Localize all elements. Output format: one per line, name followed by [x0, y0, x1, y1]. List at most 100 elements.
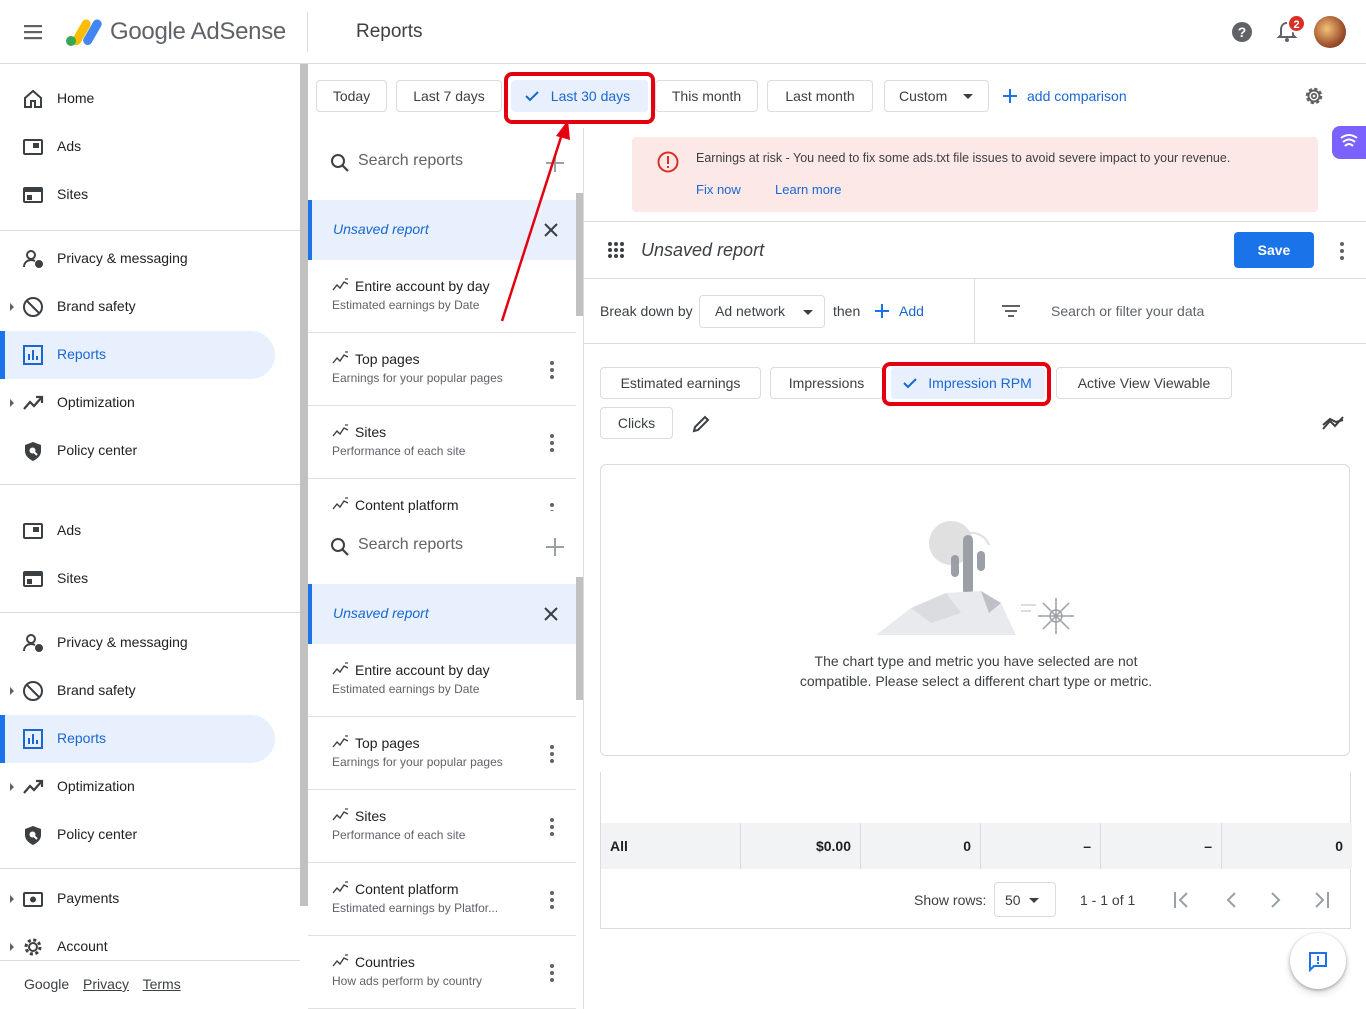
metric-chip-active-view-viewable[interactable]: Active View Viewable: [1056, 367, 1232, 399]
sidebar-item-home[interactable]: Home: [0, 75, 275, 123]
report-title[interactable]: Unsaved report: [641, 240, 764, 261]
last-page-icon[interactable]: [1311, 888, 1333, 912]
more-options-icon[interactable]: [550, 891, 554, 909]
apps-grid-icon[interactable]: [607, 241, 625, 259]
more-options-icon[interactable]: [550, 818, 554, 836]
report-list-scrollbar[interactable]: [576, 193, 583, 316]
more-options-icon[interactable]: [550, 745, 554, 763]
search-icon: [330, 537, 350, 557]
nav-scrollbar[interactable]: [300, 64, 308, 906]
divider: [584, 221, 1366, 222]
sidebar-item-payments[interactable]: Payments: [0, 875, 275, 923]
list-item[interactable]: Sites Performance of each site: [308, 790, 576, 863]
search-reports-input[interactable]: Search reports: [308, 514, 576, 576]
settings-gear-icon[interactable]: [1303, 85, 1325, 107]
sidebar-item-privacy-messaging[interactable]: Privacy & messaging: [0, 619, 275, 667]
notification-badge: 2: [1287, 14, 1306, 33]
more-options-icon[interactable]: [550, 503, 554, 511]
report-subtitle: Estimated earnings by Date: [332, 682, 480, 696]
sidebar-item-account[interactable]: Account: [0, 923, 275, 971]
list-item[interactable]: Countries How ads perform by country: [308, 936, 576, 1009]
save-button[interactable]: Save: [1234, 232, 1314, 268]
brand-name: Google AdSense: [110, 18, 286, 45]
sidebar-item-policy-center[interactable]: Policy center: [0, 811, 275, 859]
chart-incompatible-message: The chart type and metric you have selec…: [601, 651, 1351, 691]
learn-more-link[interactable]: Learn more: [775, 182, 841, 197]
break-down-by-label: Break down by: [600, 303, 693, 319]
report-subtitle: Estimated earnings by Date: [332, 298, 480, 312]
more-options-icon[interactable]: [550, 964, 554, 982]
add-comparison-link[interactable]: add comparison: [1027, 88, 1127, 104]
rows-per-page-select[interactable]: 50: [994, 882, 1056, 917]
trending-icon: [22, 392, 44, 414]
next-page-icon[interactable]: [1265, 888, 1287, 912]
metric-chip-impressions[interactable]: Impressions: [770, 367, 883, 399]
more-options-icon[interactable]: [1340, 242, 1344, 260]
page-title: Reports: [356, 21, 423, 42]
help-icon[interactable]: ?: [1231, 21, 1253, 43]
sidebar-item-label: Brand safety: [57, 298, 136, 314]
expand-caret-icon[interactable]: [10, 687, 14, 695]
sidebar-item-ads[interactable]: Ads: [0, 123, 275, 171]
fix-now-link[interactable]: Fix now: [696, 182, 741, 197]
dimension-dropdown[interactable]: Ad network: [699, 295, 825, 328]
sidebar-item-privacy-messaging[interactable]: Privacy & messaging: [0, 235, 275, 283]
sidebar-item-optimization[interactable]: Optimization: [0, 763, 275, 811]
expand-caret-icon[interactable]: [10, 895, 14, 903]
add-report-plus-icon[interactable]: [546, 538, 564, 556]
sidebar-item-sites[interactable]: Sites: [0, 171, 275, 219]
list-item[interactable]: Content platform Estimated earnings by P…: [308, 863, 576, 936]
avatar[interactable]: [1314, 16, 1346, 48]
sidebar-item-brand-safety[interactable]: Brand safety: [0, 283, 275, 331]
expand-caret-icon[interactable]: [10, 303, 14, 311]
dimension-value: Ad network: [715, 303, 786, 319]
first-page-icon[interactable]: [1171, 888, 1193, 912]
report-list-scrollbar[interactable]: [576, 577, 583, 700]
metric-chip-clicks[interactable]: Clicks: [600, 407, 673, 439]
list-item[interactable]: Top pages Earnings for your popular page…: [308, 333, 576, 406]
date-chip-custom[interactable]: Custom: [884, 80, 989, 112]
list-item-unsaved-report[interactable]: Unsaved report: [308, 584, 576, 644]
sidebar-item-label: Ads: [57, 522, 82, 538]
add-dimension-link[interactable]: Add: [899, 303, 924, 319]
date-chip-last-month[interactable]: Last month: [767, 80, 873, 112]
footer-terms-link[interactable]: Terms: [143, 976, 181, 992]
plus-icon[interactable]: [1002, 88, 1018, 104]
sidebar-item-brand-safety[interactable]: Brand safety: [0, 667, 275, 715]
sidebar-item-ads[interactable]: Ads: [0, 507, 275, 555]
close-icon[interactable]: [543, 606, 559, 622]
footer-privacy-link[interactable]: Privacy: [83, 976, 129, 992]
footer-google: Google: [24, 976, 70, 992]
chart-type-icon[interactable]: [1321, 413, 1345, 433]
more-options-icon[interactable]: [550, 361, 554, 379]
previous-page-icon[interactable]: [1219, 888, 1241, 912]
sidebar-item-optimization[interactable]: Optimization: [0, 379, 275, 427]
menu-icon[interactable]: [22, 22, 44, 42]
more-options-icon[interactable]: [550, 434, 554, 452]
message-line-2: compatible. Please select a different ch…: [799, 673, 1153, 689]
expand-caret-icon[interactable]: [10, 943, 14, 951]
list-item[interactable]: Content platform: [308, 479, 576, 513]
ads-icon: [22, 520, 44, 542]
search-placeholder: Search reports: [358, 152, 463, 169]
then-label: then: [833, 303, 861, 319]
plus-icon[interactable]: [875, 304, 889, 318]
date-chip-today[interactable]: Today: [316, 80, 387, 112]
assistant-side-icon[interactable]: [1332, 126, 1366, 159]
expand-caret-icon[interactable]: [10, 399, 14, 407]
filter-icon[interactable]: [1001, 303, 1021, 319]
metric-chip-estimated-earnings[interactable]: Estimated earnings: [600, 367, 761, 399]
feedback-button[interactable]: [1290, 933, 1346, 989]
sidebar-item-policy-center[interactable]: Policy center: [0, 427, 275, 475]
sidebar-item-sites[interactable]: Sites: [0, 555, 275, 603]
expand-caret-icon[interactable]: [10, 783, 14, 791]
edit-pencil-icon[interactable]: [690, 413, 712, 435]
sidebar-item-reports[interactable]: Reports: [0, 715, 275, 763]
date-chip-this-month[interactable]: This month: [655, 80, 758, 112]
filter-search-input[interactable]: Search or filter your data: [1051, 303, 1204, 319]
list-item[interactable]: Entire account by day Estimated earnings…: [308, 644, 576, 717]
list-item[interactable]: Sites Performance of each site: [308, 406, 576, 479]
sidebar-item-reports[interactable]: Reports: [0, 331, 275, 379]
date-chip-last-7-days[interactable]: Last 7 days: [396, 80, 502, 112]
list-item[interactable]: Top pages Earnings for your popular page…: [308, 717, 576, 790]
